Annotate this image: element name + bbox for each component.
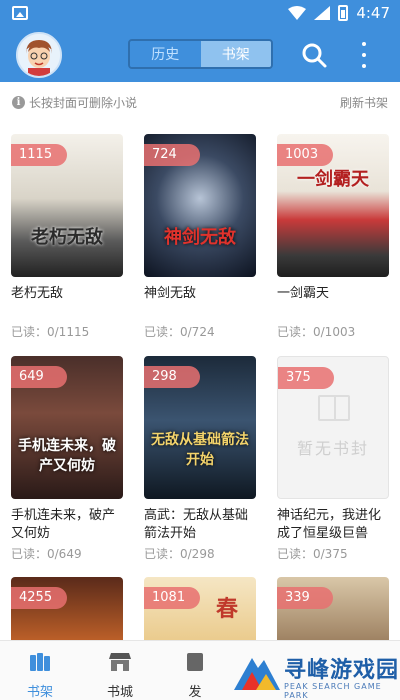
book-title: 神剑无敌 — [144, 286, 197, 301]
image-notification-icon — [12, 6, 28, 20]
book-cover[interactable]: 1115 老朽无敌 — [11, 134, 123, 277]
read-progress: 已读：0/298 — [144, 547, 215, 561]
avatar-boy-icon — [18, 34, 60, 76]
info-icon: i — [12, 96, 25, 109]
cover-title: 一剑霸天 — [297, 169, 369, 190]
cover-title: 神剑无敌 — [164, 227, 236, 248]
chapter-count-badge: 649 — [11, 366, 67, 388]
chapter-count-badge: 375 — [278, 367, 334, 389]
book-cover[interactable]: 339 — [277, 577, 389, 640]
chapter-count-badge: 339 — [277, 587, 333, 609]
cover-title: 春 — [215, 596, 238, 622]
signal-icon — [314, 6, 331, 20]
book-title: 高武：无敌从基础箭法开始 — [144, 508, 249, 541]
hint: i 长按封面可删除小说 — [12, 94, 137, 111]
tab-label: 发 — [188, 685, 202, 700]
tab-bookshelf[interactable]: 书架 — [200, 41, 271, 67]
book-cover[interactable]: 375 暂无书封 — [277, 356, 389, 499]
book-cover[interactable]: 1081 春 — [144, 577, 256, 640]
avatar[interactable] — [16, 32, 62, 78]
watermark-subtext: PEAK SEARCH GAME PARK — [284, 682, 382, 700]
watermark: 寻峰游戏园 PEAK SEARCH GAME PARK — [232, 650, 400, 700]
app-bar: 历史 书架 — [0, 28, 400, 82]
read-progress: 已读：0/724 — [144, 325, 215, 339]
tab-store[interactable]: 书城 — [90, 651, 150, 700]
chapter-count-badge: 724 — [144, 144, 200, 166]
book-item[interactable]: 1081 春 — [144, 577, 256, 640]
cover-title: 无敌从基础箭法开始 — [151, 432, 249, 468]
more-vert-icon[interactable] — [356, 40, 372, 70]
read-progress: 已读：0/1003 — [277, 325, 356, 339]
hint-bar: i 长按封面可删除小说 刷新书架 — [0, 86, 400, 118]
chapter-count-badge: 298 — [144, 366, 200, 388]
watermark-text: 寻峰游戏园 — [284, 658, 400, 683]
history-shelf-switch: 历史 书架 — [128, 39, 273, 69]
discover-icon — [187, 653, 203, 671]
book-item[interactable]: 4255 — [11, 577, 123, 640]
battery-icon — [338, 5, 349, 21]
chapter-count-badge: 1003 — [277, 144, 333, 166]
status-time: 4:47 — [356, 4, 390, 22]
peak-logo-icon — [234, 658, 280, 690]
book-item[interactable]: 1003 一剑霸天 一剑霸天 已读：0/1003 — [277, 134, 389, 340]
hint-text: 长按封面可删除小说 — [29, 96, 138, 110]
cover-title: 老朽无敌 — [31, 227, 103, 248]
status-bar: 4:47 — [0, 0, 400, 28]
tab-label: 书架 — [26, 685, 53, 700]
read-progress: 已读：0/375 — [277, 547, 348, 561]
book-item[interactable]: 339 — [277, 577, 389, 640]
no-cover-text: 暂无书封 — [296, 439, 369, 458]
chapter-count-badge: 4255 — [11, 587, 67, 609]
book-grid: 1115 老朽无敌 老朽无敌 已读：0/1115 724 神剑无敌 神剑无敌 已… — [0, 130, 400, 640]
search-icon[interactable] — [300, 41, 328, 69]
bookshelf-icon — [30, 653, 50, 671]
status-icons: 4:47 — [288, 4, 390, 22]
store-icon — [109, 653, 131, 671]
book-item[interactable]: 724 神剑无敌 神剑无敌 已读：0/724 — [144, 134, 256, 340]
tab-label: 书城 — [106, 685, 133, 700]
book-title: 一剑霸天 — [277, 286, 330, 301]
refresh-shelf-button[interactable]: 刷新书架 — [340, 94, 388, 111]
tab-bookshelf-bottom[interactable]: 书架 — [10, 651, 70, 700]
book-title: 手机连未来，破产又何妨 — [11, 508, 116, 541]
book-item[interactable]: 298 无敌从基础箭法开始 高武：无敌从基础箭法开始 已读：0/298 — [144, 356, 256, 562]
book-item[interactable]: 375 暂无书封 神话纪元，我进化成了恒星级巨兽 已读：0/375 — [277, 356, 389, 562]
read-progress: 已读：0/1115 — [11, 325, 90, 339]
book-cover[interactable]: 4255 — [11, 577, 123, 640]
cover-title: 手机连未来，破产又何妨 — [18, 438, 116, 474]
book-cover[interactable]: 298 无敌从基础箭法开始 — [144, 356, 256, 499]
chapter-count-badge: 1081 — [144, 587, 200, 609]
tab-history[interactable]: 历史 — [130, 41, 201, 67]
book-item[interactable]: 649 手机连未来，破产又何妨 手机连未来，破产又何妨 已读：0/649 — [11, 356, 123, 562]
read-progress: 已读：0/649 — [11, 547, 82, 561]
tab-discover[interactable]: 发 — [165, 651, 225, 700]
book-title: 老朽无敌 — [11, 286, 64, 301]
book-cover[interactable]: 1003 一剑霸天 — [277, 134, 389, 277]
book-cover[interactable]: 724 神剑无敌 — [144, 134, 256, 277]
book-cover[interactable]: 649 手机连未来，破产又何妨 — [11, 356, 123, 499]
book-title: 神话纪元，我进化成了恒星级巨兽 — [277, 508, 382, 541]
chapter-count-badge: 1115 — [11, 144, 67, 166]
wifi-icon — [288, 6, 307, 20]
book-placeholder-icon — [318, 395, 350, 421]
book-item[interactable]: 1115 老朽无敌 老朽无敌 已读：0/1115 — [11, 134, 123, 340]
